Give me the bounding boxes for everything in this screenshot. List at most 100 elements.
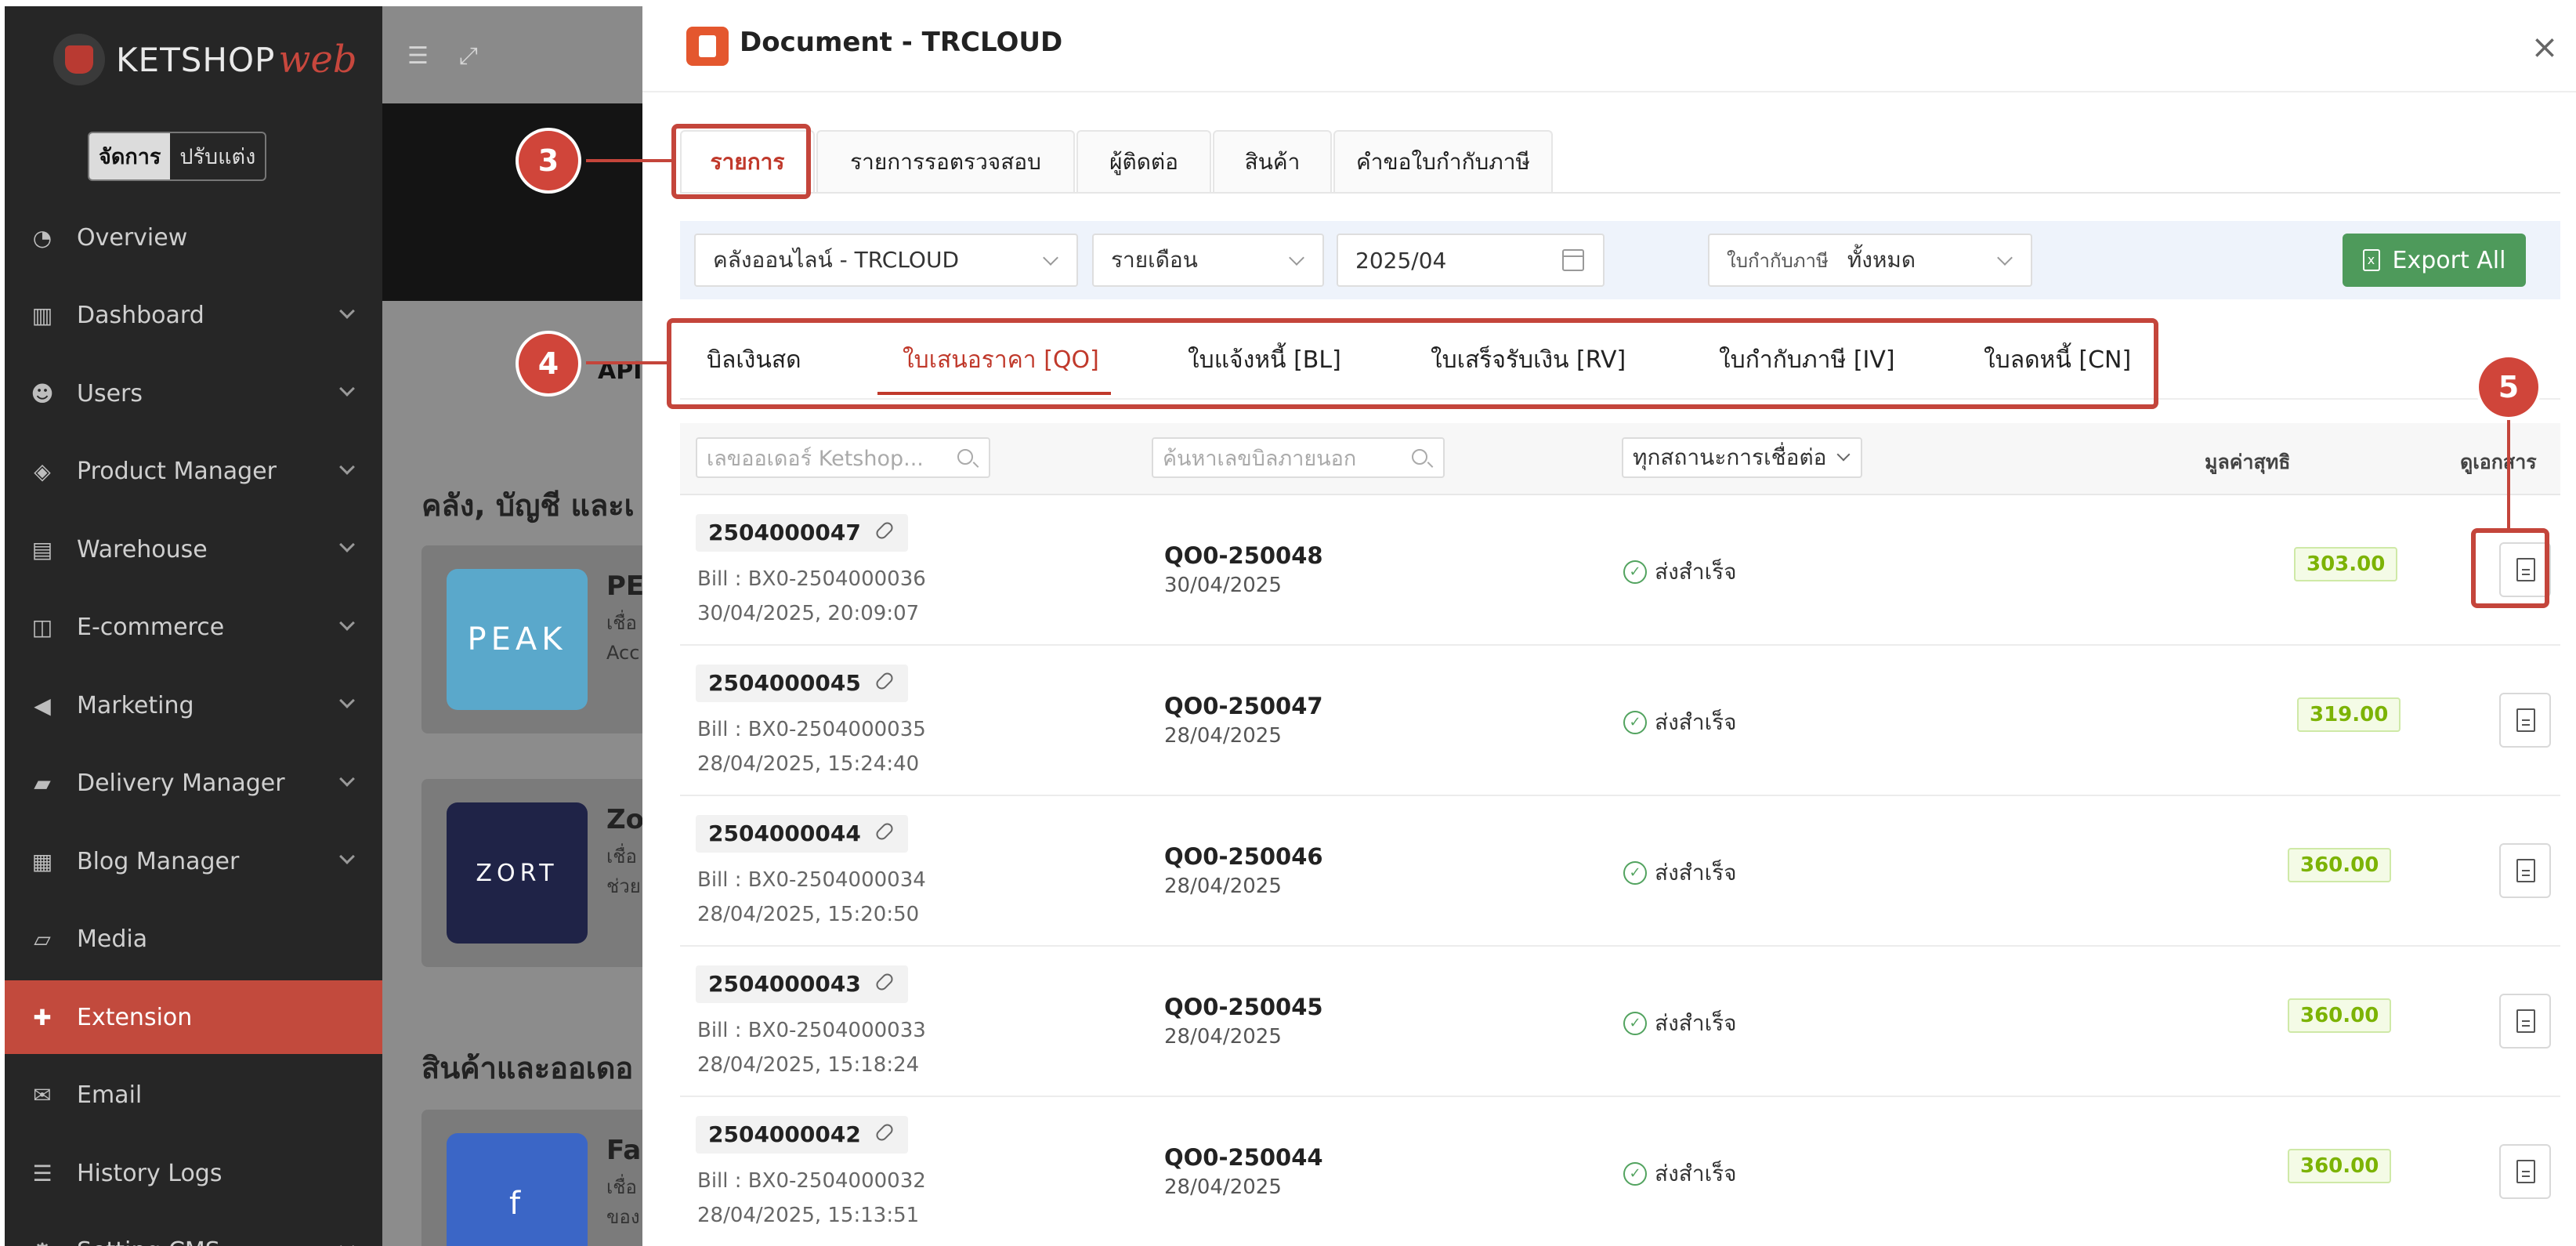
- order-number[interactable]: 2504000047: [696, 514, 908, 552]
- zort-logo: ZORT: [447, 802, 588, 944]
- sidebar-item-email[interactable]: ✉ Email: [5, 1059, 382, 1132]
- external-bill-search-input[interactable]: ค้นหาเลขบิลภายนอก: [1152, 437, 1445, 478]
- link-icon[interactable]: [874, 1121, 895, 1143]
- status-text: ส่งสำเร็จ: [1655, 559, 1737, 585]
- order-datetime: 28/04/2025, 15:13:51: [697, 1204, 920, 1227]
- close-icon[interactable]: ×: [2527, 30, 2562, 64]
- connection-status-filter[interactable]: ทุกสถานะการเชื่อต่อ: [1622, 437, 1863, 478]
- table-header: เลขออเดอร์ Ketshop... ค้นหาเลขบิลภายนอก …: [680, 423, 2560, 495]
- sidebar-item-users[interactable]: ☻ Users: [5, 357, 382, 430]
- step-3-badge: 3: [519, 131, 578, 190]
- quotation-number: QO0-250047: [1164, 693, 1323, 719]
- order-search-input[interactable]: เลขออเดอร์ Ketshop...: [696, 437, 990, 478]
- view-document-button[interactable]: [2499, 693, 2551, 748]
- link-icon[interactable]: [874, 520, 895, 542]
- link-icon[interactable]: [874, 820, 895, 842]
- sidebar-item-warehouse[interactable]: ▤ Warehouse: [5, 513, 382, 586]
- sidebar-item-dashboard[interactable]: ▥ Dashboard: [5, 279, 382, 353]
- sidebar-item-marketing[interactable]: ◀ Marketing: [5, 668, 382, 742]
- status-text: ส่งสำเร็จ: [1655, 1010, 1737, 1036]
- order-number-text: 2504000043: [708, 971, 861, 997]
- sidebar-item-overview[interactable]: ◔ Overview: [5, 201, 382, 274]
- bill-number: Bill : BX0-2504000036: [697, 567, 926, 591]
- tax-invoice-select[interactable]: ใบกำกับภาษี ทั้งหมด: [1708, 234, 2032, 287]
- check-circle-icon: ✓: [1623, 711, 1647, 734]
- tab-contacts[interactable]: ผู้ติดต่อ: [1076, 130, 1211, 193]
- month-picker[interactable]: 2025/04: [1337, 234, 1605, 287]
- mode-customize-button[interactable]: ปรับแต่ง: [170, 133, 265, 179]
- net-amount-badge: 360.00: [2288, 848, 2392, 882]
- tax-invoice-select-label: ใบกำกับภาษี: [1727, 249, 1829, 272]
- menu-collapse-icon[interactable]: ☰: [407, 42, 434, 70]
- table-row: 2504000044 Bill : BX0-2504000034 28/04/202…: [680, 796, 2560, 947]
- sidebar-item-media[interactable]: ▱ Media: [5, 903, 382, 976]
- check-circle-icon: ✓: [1623, 1162, 1647, 1186]
- sidebar-item-setting-cms[interactable]: ⚙ Setting CMS: [5, 1215, 382, 1246]
- highlight-box-tab: [671, 124, 811, 199]
- chevron-down-icon: [339, 770, 355, 787]
- view-document-button[interactable]: [2499, 1144, 2551, 1199]
- sidebar-item-extension[interactable]: ✚ Extension: [5, 980, 382, 1054]
- logo-text: KETSHOP: [116, 40, 276, 79]
- view-document-button[interactable]: [2499, 843, 2551, 898]
- view-document-button[interactable]: [2499, 994, 2551, 1049]
- tab-products[interactable]: สินค้า: [1213, 130, 1332, 193]
- bill-number: Bill : BX0-2504000035: [697, 718, 926, 741]
- sidebar: KETSHOP web จัดการ ปรับแต่ง ◔ Overview ▥ Da…: [5, 6, 382, 1246]
- background-banner: [382, 103, 649, 301]
- period-select[interactable]: รายเดือน: [1092, 234, 1324, 287]
- order-number[interactable]: 2504000044: [696, 815, 908, 853]
- table-row: 2504000047 Bill : BX0-2504000036 30/04/202…: [680, 495, 2560, 646]
- quotation-date: 28/04/2025: [1164, 1025, 1282, 1049]
- annotation-arrow: [586, 361, 668, 364]
- sidebar-item-product-manager[interactable]: ◈ Product Manager: [5, 435, 382, 509]
- sidebar-item-e-commerce[interactable]: ◫ E-commerce: [5, 591, 382, 665]
- connection-status: ✓ ส่งสำเร็จ: [1623, 705, 1737, 740]
- order-number-text: 2504000047: [708, 520, 861, 545]
- newspaper-icon: ▦: [31, 848, 53, 875]
- tab-pending-review[interactable]: รายการรอตรวจสอบ: [816, 130, 1075, 193]
- mode-manage-button[interactable]: จัดการ: [89, 133, 171, 179]
- period-select-value: รายเดือน: [1111, 247, 1198, 273]
- order-number[interactable]: 2504000043: [696, 965, 908, 1003]
- calendar-icon: [1562, 249, 1584, 271]
- net-amount-badge: 319.00: [2297, 697, 2401, 732]
- chevron-down-icon: [339, 1238, 355, 1246]
- peak-logo: PEAK: [447, 569, 588, 710]
- document-icon: [2516, 708, 2535, 732]
- warehouse-select[interactable]: คลังออนไลน์ - TRCLOUD: [694, 234, 1078, 287]
- tabs-divider: [680, 192, 2560, 194]
- quotation-number: QO0-250048: [1164, 542, 1323, 569]
- sidebar-item-label: Product Manager: [77, 458, 277, 485]
- sidebar-item-label: E-commerce: [77, 614, 225, 641]
- logo[interactable]: KETSHOP web: [53, 28, 357, 91]
- pie-chart-icon: ◔: [32, 224, 52, 251]
- tab-tax-invoice-requests[interactable]: คำขอใบกำกับภาษี: [1333, 130, 1553, 193]
- background-section-heading: สินค้าและออเดอ: [421, 1051, 634, 1085]
- quotation-number: QO0-250045: [1164, 994, 1323, 1020]
- gear-icon: ⚙: [30, 1238, 55, 1246]
- drawer-header: Document - TRCLOUD ×: [642, 0, 2576, 92]
- sidebar-item-label: Media: [77, 925, 148, 953]
- sidebar-item-blog-manager[interactable]: ▦ Blog Manager: [5, 824, 382, 898]
- net-amount-badge: 360.00: [2288, 998, 2392, 1033]
- order-number[interactable]: 2504000045: [696, 665, 908, 702]
- sidebar-item-delivery-manager[interactable]: ▰ Delivery Manager: [5, 747, 382, 820]
- document-drawer: Document - TRCLOUD × รายการ รายการรอตรวจ…: [642, 0, 2576, 1246]
- quotation-date: 28/04/2025: [1164, 1175, 1282, 1199]
- sidebar-item-label: Users: [77, 379, 143, 407]
- sidebar-item-label: Overview: [77, 223, 188, 252]
- month-picker-value: 2025/04: [1355, 247, 1447, 273]
- order-number[interactable]: 2504000042: [696, 1116, 908, 1154]
- fullscreen-icon[interactable]: ⤢: [459, 42, 486, 70]
- status-text: ส่งสำเร็จ: [1655, 860, 1737, 886]
- link-icon[interactable]: [874, 971, 895, 993]
- highlight-box-document: [2471, 528, 2549, 608]
- sidebar-item-label: Setting CMS: [77, 1237, 220, 1246]
- chevron-down-icon: [339, 458, 355, 475]
- export-all-button[interactable]: x Export All: [2343, 234, 2526, 287]
- quotation-date: 30/04/2025: [1164, 574, 1282, 597]
- sidebar-item-history-logs[interactable]: ☰ History Logs: [5, 1136, 382, 1210]
- tax-invoice-select-value: ทั้งหมด: [1847, 247, 1916, 273]
- link-icon[interactable]: [874, 670, 895, 692]
